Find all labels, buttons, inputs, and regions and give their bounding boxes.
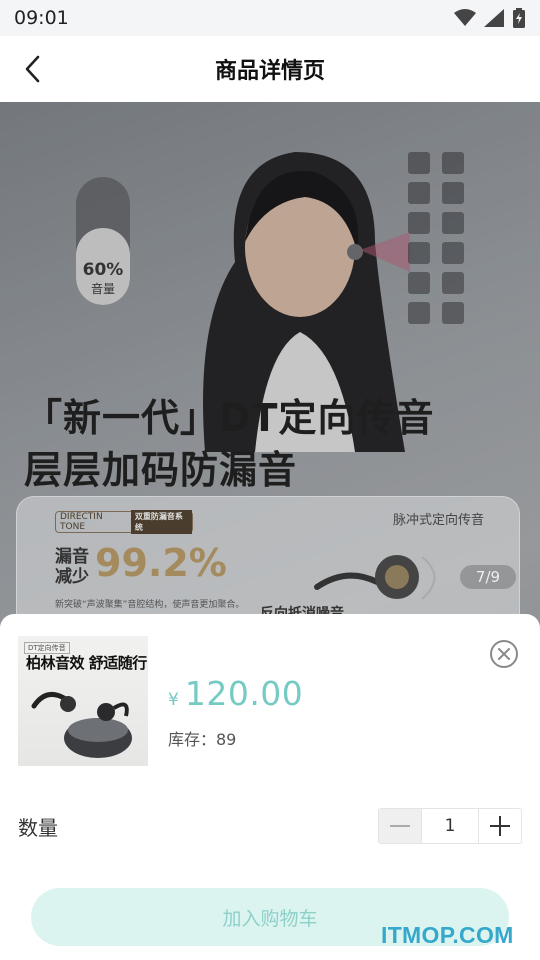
- nav-bar: 商品详情页: [0, 36, 540, 102]
- feature-description: 新突破“声波聚集”音腔结构，使声音更加聚合。: [55, 600, 245, 610]
- headline-line-1: 「新一代」DT定向传音: [24, 396, 435, 440]
- quantity-label: 数量: [18, 816, 58, 840]
- status-icons: [454, 8, 526, 28]
- close-button[interactable]: [490, 640, 518, 668]
- banner-page-indicator: 7/9: [460, 565, 516, 589]
- close-icon: [498, 648, 510, 660]
- stock-count: 库存：89: [168, 730, 237, 749]
- earbuds-case-icon: [31, 691, 132, 758]
- volume-indicator: 60% 音量: [76, 177, 130, 305]
- banner-headline: 「新一代」DT定向传音 层层加码防漏音: [24, 392, 434, 496]
- decrease-button[interactable]: [379, 809, 421, 843]
- status-bar: 09:01: [0, 0, 540, 36]
- minus-icon: [390, 825, 410, 827]
- back-button[interactable]: [12, 49, 52, 89]
- chevron-left-icon: [25, 55, 40, 83]
- quantity-stepper: 1: [378, 808, 522, 844]
- price-value: 120.00: [184, 674, 304, 713]
- currency-symbol: ¥: [168, 690, 179, 710]
- sku-bottom-sheet: DT定向传音 柏林音效 舒适随行 ¥ 120.00 库存：89 数量 1 加入购…: [0, 614, 540, 960]
- pulse-label: 脉冲式定向传音: [393, 513, 485, 528]
- reduce-label: 漏音减少: [55, 547, 89, 587]
- watermark: ITMOP.COM: [381, 922, 514, 948]
- reduce-value: 99.2%: [95, 541, 227, 585]
- price: ¥ 120.00: [168, 674, 303, 713]
- quantity-input[interactable]: 1: [421, 809, 479, 843]
- status-time: 09:01: [14, 7, 69, 29]
- directin-tone-logo: DIRECTIN TONE 双重防漏音系统: [55, 510, 193, 534]
- earbud-illustration: [314, 555, 436, 600]
- headline-line-2: 层层加码防漏音: [24, 448, 298, 492]
- wifi-icon: [454, 9, 476, 26]
- volume-percent: 60%: [82, 260, 124, 280]
- product-thumbnail: DT定向传音 柏林音效 舒适随行: [18, 636, 148, 766]
- signal-icon: [484, 9, 504, 27]
- increase-button[interactable]: [479, 809, 521, 843]
- battery-icon: [513, 8, 525, 28]
- thumb-title: 柏林音效 舒适随行: [26, 654, 147, 672]
- volume-label: 音量: [90, 282, 115, 296]
- page-title: 商品详情页: [214, 59, 325, 84]
- plus-icon: [490, 816, 510, 836]
